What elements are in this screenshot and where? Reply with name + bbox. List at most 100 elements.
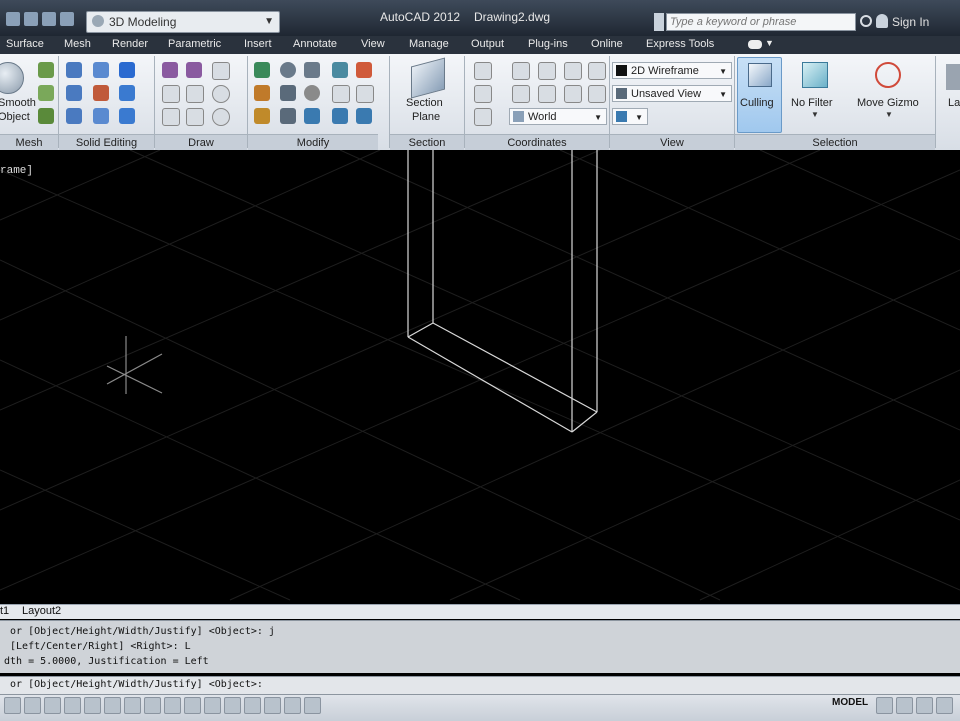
fillet-icon[interactable]	[254, 85, 270, 101]
ucs-x-icon[interactable]	[538, 62, 556, 80]
ucs-y-icon[interactable]	[564, 62, 582, 80]
ellipse-icon[interactable]	[212, 108, 230, 126]
search-icon[interactable]	[860, 15, 872, 27]
circle-icon[interactable]	[212, 85, 230, 103]
panel-title-solid-editing[interactable]: Solid Editing	[59, 134, 154, 151]
filter-cube-icon[interactable]	[802, 62, 828, 88]
shell-icon[interactable]	[119, 108, 135, 124]
panel-title-modify[interactable]: Modify	[248, 134, 378, 151]
ucs-icon[interactable]	[474, 62, 492, 80]
panel-title-section[interactable]: Section	[390, 134, 464, 151]
copy-icon[interactable]	[332, 85, 350, 103]
dyn-input-icon[interactable]	[184, 697, 201, 714]
slice-icon[interactable]	[93, 85, 109, 101]
move-icon[interactable]	[304, 62, 320, 78]
polysolid-icon[interactable]	[162, 62, 178, 78]
3d-rotate-icon[interactable]	[356, 62, 372, 78]
search-input[interactable]	[666, 13, 856, 31]
mirror-icon[interactable]	[304, 108, 320, 124]
search-toggle-icon[interactable]	[654, 13, 664, 31]
ucs-3point-icon[interactable]	[588, 85, 606, 103]
qat-undo-icon[interactable]	[60, 12, 74, 26]
mesh-smooth-more-icon[interactable]	[38, 62, 54, 78]
selection-cycling-icon[interactable]	[264, 697, 281, 714]
panel-title-mesh[interactable]: Mesh	[0, 134, 58, 151]
tab-insert[interactable]: Insert	[244, 38, 272, 50]
layers-label-partial[interactable]: La	[948, 97, 960, 109]
panel-title-selection[interactable]: Selection	[735, 134, 935, 151]
ucs-face-icon[interactable]	[564, 85, 582, 103]
align-icon[interactable]	[280, 108, 296, 124]
tab-express-tools[interactable]: Express Tools	[646, 38, 714, 50]
otrack-icon[interactable]	[144, 697, 161, 714]
workspace-dropdown[interactable]: 3D Modeling ▼	[86, 11, 280, 33]
named-view-dropdown[interactable]: Unsaved View ▼	[612, 85, 732, 102]
viewport-config-dropdown[interactable]: ▼	[612, 108, 648, 125]
lineweight-icon[interactable]	[204, 697, 221, 714]
model-space-button[interactable]: MODEL	[832, 697, 868, 708]
pan-icon[interactable]	[916, 697, 933, 714]
chevron-down-icon[interactable]: ▼	[885, 110, 893, 119]
line-icon[interactable]	[186, 85, 204, 103]
drawing-viewport[interactable]	[0, 149, 960, 604]
snap-mode-icon[interactable]	[24, 697, 41, 714]
tab-annotate[interactable]: Annotate	[293, 38, 337, 50]
arc-icon[interactable]	[212, 62, 230, 80]
ucs-dropdown[interactable]: World ▼	[509, 108, 607, 125]
chevron-down-icon[interactable]: ▼	[811, 110, 819, 119]
ducs-icon[interactable]	[164, 697, 181, 714]
infer-constraints-icon[interactable]	[4, 697, 21, 714]
extract-edges-icon[interactable]	[93, 62, 109, 78]
annotation-monitor-icon[interactable]	[284, 697, 301, 714]
rectangle-icon[interactable]	[186, 108, 204, 126]
quick-view-drawings-icon[interactable]	[896, 697, 913, 714]
grid-display-icon[interactable]	[44, 697, 61, 714]
pencil-icon[interactable]	[254, 108, 270, 124]
qat-new-icon[interactable]	[6, 12, 20, 26]
chevron-down-icon[interactable]: ▼	[765, 38, 774, 48]
status-tool-icon[interactable]	[304, 697, 321, 714]
visual-style-dropdown[interactable]: 2D Wireframe ▼	[612, 62, 732, 79]
panel-title-view[interactable]: View	[610, 134, 734, 151]
ucs-view-icon[interactable]	[512, 85, 530, 103]
quick-view-layouts-icon[interactable]	[876, 697, 893, 714]
ucs-object-icon[interactable]	[538, 85, 556, 103]
helix-icon[interactable]	[186, 62, 202, 78]
tab-layout1[interactable]: t1	[0, 605, 9, 617]
transparency-icon[interactable]	[224, 697, 241, 714]
move-gizmo-icon[interactable]	[875, 62, 901, 88]
tab-parametric[interactable]: Parametric	[168, 38, 221, 50]
qat-save-icon[interactable]	[42, 12, 56, 26]
3d-move-icon[interactable]	[332, 62, 348, 78]
zoom-icon[interactable]	[936, 697, 953, 714]
mesh-smooth-less-icon[interactable]	[38, 85, 54, 101]
polar-tracking-icon[interactable]	[84, 697, 101, 714]
rotate-icon[interactable]	[280, 62, 296, 78]
viewport-style-label[interactable]: rame]	[0, 165, 33, 177]
intersect-icon[interactable]	[66, 108, 82, 124]
move-gizmo-label[interactable]: Move Gizmo	[857, 97, 919, 109]
layers-icon[interactable]	[946, 64, 960, 90]
3d-align-icon[interactable]	[332, 108, 348, 124]
tab-plugins[interactable]: Plug-ins	[528, 38, 568, 50]
tab-online[interactable]: Online	[591, 38, 623, 50]
offset-icon[interactable]	[304, 85, 320, 101]
ucs-z-icon[interactable]	[588, 62, 606, 80]
separate-icon[interactable]	[119, 85, 135, 101]
scissors-icon[interactable]	[254, 62, 270, 78]
polygon-icon[interactable]	[162, 108, 180, 126]
array-icon[interactable]	[280, 85, 296, 101]
tab-mesh[interactable]: Mesh	[64, 38, 91, 50]
tab-view[interactable]: View	[361, 38, 385, 50]
3d-array-icon[interactable]	[356, 108, 372, 124]
ucs-named-icon[interactable]	[474, 108, 492, 126]
3d-osnap-icon[interactable]	[124, 697, 141, 714]
qat-open-icon[interactable]	[24, 12, 38, 26]
tab-render[interactable]: Render	[112, 38, 148, 50]
osnap-icon[interactable]	[104, 697, 121, 714]
ucs-world-icon[interactable]	[512, 62, 530, 80]
stretch-icon[interactable]	[356, 85, 374, 103]
sign-in-link[interactable]: Sign In	[892, 15, 929, 29]
union-icon[interactable]	[66, 62, 82, 78]
no-filter-label[interactable]: No Filter	[791, 97, 833, 109]
